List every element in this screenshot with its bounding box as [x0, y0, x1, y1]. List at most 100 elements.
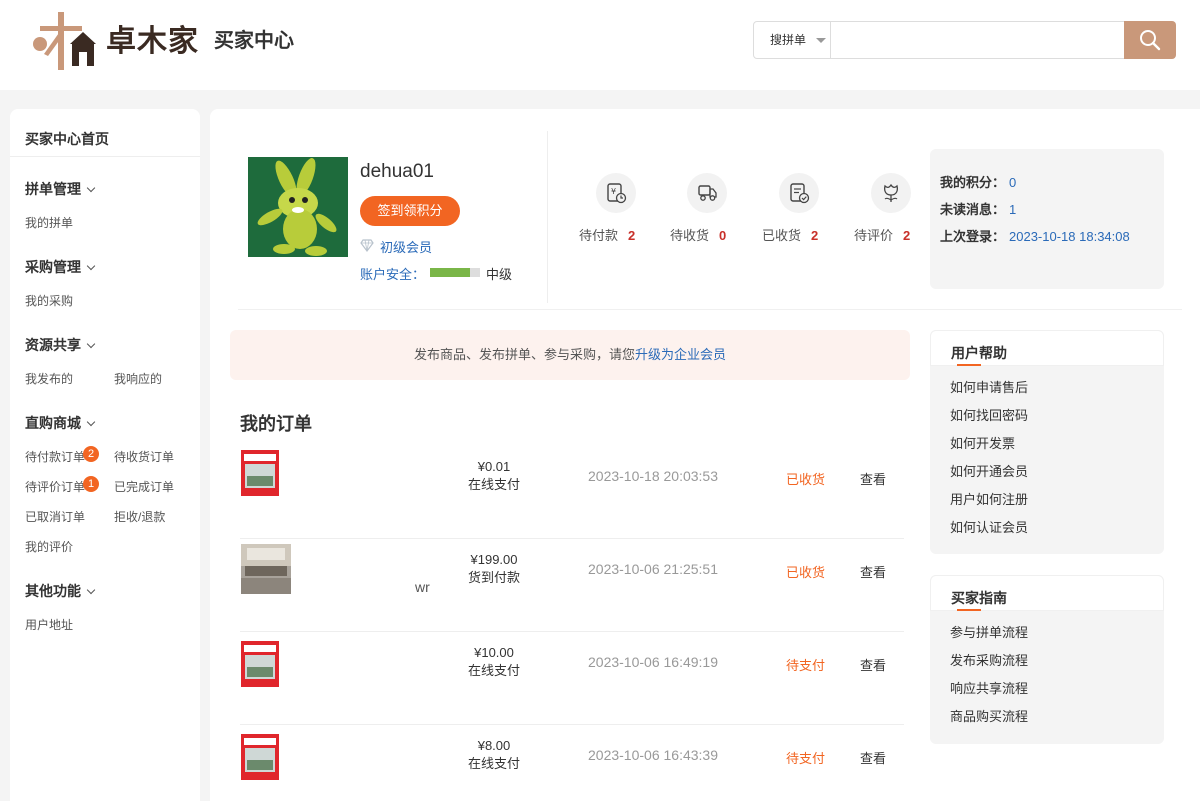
title-underline [957, 364, 981, 366]
chevron-down-icon [86, 339, 96, 349]
sidebar-item-my-group-buy[interactable]: 我的拼单 [25, 214, 73, 231]
sidebar-item-refund[interactable]: 拒收/退款 [114, 508, 165, 525]
order-row: ¥10.00 在线支付 2023-10-06 16:49:19 待支付 查看 [240, 632, 904, 725]
status-icon-circle [779, 173, 819, 213]
sidebar-item-my-published[interactable]: 我发布的 [25, 370, 73, 387]
payment-method: 在线支付 [467, 756, 520, 771]
product-thumbnail[interactable] [241, 637, 291, 687]
guide-link[interactable]: 发布采购流程 [950, 650, 1028, 669]
order-amount: ¥0.01 在线支付 [467, 459, 520, 492]
sidebar-group-direct-mall[interactable]: 直购商城 [25, 413, 96, 433]
account-security: 账户安全： 中级 [360, 264, 512, 283]
sidebar-divider [10, 156, 200, 157]
status-label: 待付款 2 [579, 228, 636, 243]
sidebar-group-label: 其他功能 [25, 583, 81, 599]
guide-link[interactable]: 商品购买流程 [950, 706, 1028, 725]
status-label: 已收货 2 [762, 228, 819, 243]
pending-payment-badge: 2 [83, 446, 99, 462]
sidebar-group-label: 采购管理 [25, 259, 81, 275]
help-link[interactable]: 如何开发票 [950, 433, 1015, 452]
sidebar-item-pending-payment[interactable]: 待付款订单 [25, 448, 85, 465]
order-status: 已收货 [786, 565, 826, 580]
page-title: 买家中心 [214, 30, 294, 52]
brand-logo-icon[interactable] [30, 12, 96, 70]
sidebar-item-address[interactable]: 用户地址 [25, 616, 73, 633]
upgrade-link[interactable]: 升级为企业会员 [635, 347, 726, 362]
sidebar-item-pending-review[interactable]: 待评价订单 [25, 478, 85, 495]
order-row: wr ¥199.00 货到付款 2023-10-06 21:25:51 已收货 查… [240, 539, 904, 632]
account-info-box: 我的积分： 0 未读消息： 1 上次登录： 2023-10-18 18:34:08 [930, 149, 1164, 289]
checkin-button[interactable]: 签到领积分 [360, 196, 460, 226]
sidebar-group-group-buy[interactable]: 拼单管理 [25, 179, 96, 199]
sidebar-item-home[interactable]: 买家中心首页 [25, 129, 109, 149]
order-date: 2023-10-06 21:25:51 [588, 561, 718, 577]
sidebar-item-completed[interactable]: 已完成订单 [114, 478, 174, 495]
help-link[interactable]: 如何申请售后 [950, 377, 1028, 396]
security-bar-fill [430, 268, 470, 277]
delivery-truck-icon [698, 185, 717, 201]
status-icon-circle [687, 173, 727, 213]
sidebar-group-label: 资源共享 [25, 337, 81, 353]
main-panel: dehua01 签到领积分 初级会员 账户安全： 中级 ¥ 待付款 2 待收货 … [210, 109, 1200, 801]
order-status: 已收货 [786, 472, 826, 487]
help-link[interactable]: 如何开通会员 [950, 461, 1028, 480]
points-row: 我的积分： 0 [940, 175, 1017, 190]
product-thumbnail[interactable] [241, 446, 291, 496]
diamond-icon [360, 239, 374, 252]
unread-row: 未读消息： 1 [940, 202, 1017, 217]
user-help-box: 用户帮助 如何申请售后 如何找回密码 如何开发票 如何开通会员 用户如何注册 如… [930, 330, 1164, 554]
sidebar-item-my-purchase[interactable]: 我的采购 [25, 292, 73, 309]
view-order-link[interactable]: 查看 [860, 748, 886, 767]
search-input[interactable] [832, 22, 1124, 58]
received-checklist-icon [790, 183, 810, 204]
help-link[interactable]: 如何认证会员 [950, 517, 1028, 536]
search-button[interactable] [1124, 21, 1176, 59]
security-label: 账户安全： [360, 267, 426, 282]
order-status: 待支付 [786, 658, 826, 673]
sidebar-group-other[interactable]: 其他功能 [25, 581, 96, 601]
avatar[interactable] [248, 157, 348, 257]
sidebar: 买家中心首页 拼单管理 我的拼单 采购管理 我的采购 资源共享 我发布的 我响应… [10, 109, 200, 801]
buyer-guide-box: 买家指南 参与拼单流程 发布采购流程 响应共享流程 商品购买流程 [930, 575, 1164, 744]
order-amount: ¥10.00 在线支付 [467, 645, 520, 678]
status-label: 待评价 2 [854, 228, 911, 243]
pending-payment-icon: ¥ [607, 183, 627, 204]
title-underline [957, 609, 981, 611]
unread-value[interactable]: 1 [1009, 202, 1016, 217]
order-row: ¥0.01 在线支付 2023-10-18 20:03:53 已收货 查看 [240, 446, 904, 539]
product-thumbnail[interactable] [241, 544, 291, 594]
chevron-down-icon [86, 417, 96, 427]
sidebar-item-my-reviews[interactable]: 我的评价 [25, 538, 73, 555]
order-name: wr [415, 579, 430, 595]
sidebar-group-label: 拼单管理 [25, 181, 81, 197]
search-type-label: 搜拼单 [770, 33, 807, 47]
sidebar-group-purchase[interactable]: 采购管理 [25, 257, 96, 277]
brand-name[interactable]: 卓木家 [106, 16, 199, 60]
payment-method: 在线支付 [467, 663, 520, 678]
search-type-dropdown[interactable]: 搜拼单 [754, 22, 831, 58]
chevron-down-icon [86, 183, 96, 193]
points-value[interactable]: 0 [1009, 175, 1016, 190]
sidebar-group-label: 直购商城 [25, 415, 81, 431]
sidebar-item-pending-receipt[interactable]: 待收货订单 [114, 448, 174, 465]
help-link[interactable]: 如何找回密码 [950, 405, 1028, 424]
payment-method: 在线支付 [467, 477, 520, 492]
sidebar-group-resource-share[interactable]: 资源共享 [25, 335, 96, 355]
view-order-link[interactable]: 查看 [860, 655, 886, 674]
view-order-link[interactable]: 查看 [860, 562, 886, 581]
product-thumbnail[interactable] [241, 730, 291, 780]
sidebar-item-my-responded[interactable]: 我响应的 [114, 370, 162, 387]
payment-method: 货到付款 [467, 570, 520, 585]
guide-link[interactable]: 参与拼单流程 [950, 622, 1028, 641]
help-link[interactable]: 用户如何注册 [950, 489, 1028, 508]
status-count: 0 [719, 228, 727, 243]
sidebar-item-cancelled[interactable]: 已取消订单 [25, 508, 85, 525]
view-order-link[interactable]: 查看 [860, 469, 886, 488]
chevron-down-icon [86, 585, 96, 595]
search-bar: 搜拼单 [753, 21, 1176, 59]
pending-review-badge: 1 [83, 476, 99, 492]
status-label: 待收货 0 [670, 228, 727, 243]
order-date: 2023-10-18 20:03:53 [588, 468, 718, 484]
guide-link[interactable]: 响应共享流程 [950, 678, 1028, 697]
orders-title: 我的订单 [240, 414, 312, 434]
